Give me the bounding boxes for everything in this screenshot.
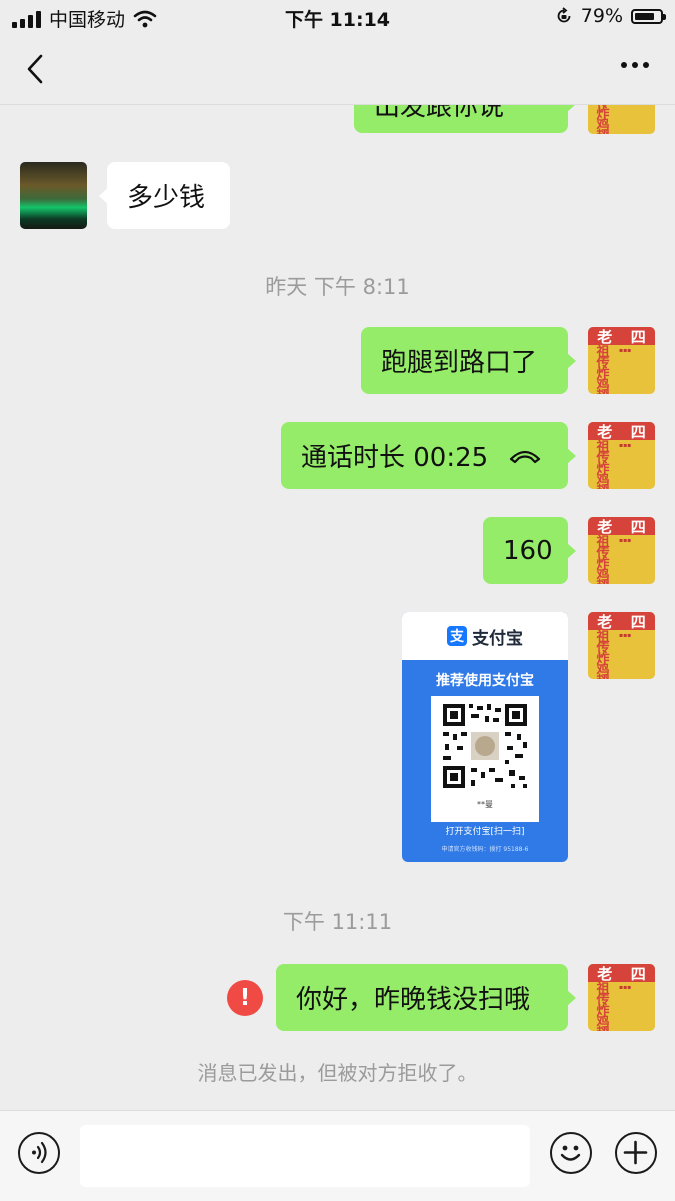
alipay-qr-image[interactable]: 支 支付宝 推荐使用支付宝 **曼 打开支付宝[扫一扫] 申请官方收钱码：拨打 … bbox=[402, 612, 568, 862]
message-text: 通话时长 00:25 bbox=[301, 443, 489, 473]
message-text: 出发跟你说 bbox=[374, 105, 505, 122]
qr-footer: 申请官方收钱码：拨打 95188-6 bbox=[441, 846, 529, 853]
message-bubble-incoming[interactable]: 多少钱 bbox=[99, 162, 230, 229]
voice-icon-glyph bbox=[32, 1141, 47, 1164]
avatar[interactable]: 老四 祖传炸鸡翅▪▪▪ bbox=[588, 517, 655, 584]
avatar[interactable]: 老四 祖传炸鸡翅▪▪▪ bbox=[588, 105, 655, 134]
message-bubble-outgoing[interactable]: 跑腿到路口了 bbox=[361, 327, 576, 394]
message-input[interactable] bbox=[80, 1125, 530, 1187]
rejected-notice: 消息已发出，但被对方拒收了。 bbox=[197, 1061, 478, 1085]
qr-scan-hint: 打开支付宝[扫一扫] bbox=[445, 827, 525, 837]
qr-brand: 支付宝 bbox=[472, 628, 523, 649]
qr-code-icon bbox=[443, 704, 527, 788]
timestamp: 昨天 下午 8:11 bbox=[265, 275, 410, 299]
avatar[interactable]: 老四 祖传炸鸡翅▪▪▪ bbox=[588, 327, 655, 394]
qr-title: 推荐使用支付宝 bbox=[436, 673, 534, 689]
call-record-bubble[interactable]: 通话时长 00:25 bbox=[281, 422, 576, 489]
plus-icon[interactable] bbox=[615, 1132, 657, 1174]
avatar[interactable]: 老四 祖传炸鸡翅▪▪▪ bbox=[588, 422, 655, 489]
alipay-logo-icon: 支 bbox=[447, 626, 467, 646]
status-bar: 中国移动 下午 11:14 79% bbox=[0, 0, 675, 34]
message-bubble-partial[interactable]: 出发跟你说 bbox=[354, 105, 576, 133]
voice-icon[interactable] bbox=[18, 1132, 60, 1174]
qr-payee-name: **曼 bbox=[477, 800, 493, 809]
emoji-icon-glyph bbox=[560, 1145, 581, 1161]
message-bubble-outgoing[interactable]: 160 bbox=[483, 517, 576, 584]
status-right: 79% bbox=[555, 5, 666, 27]
more-dots-icon[interactable] bbox=[621, 62, 649, 68]
qr-code: **曼 bbox=[431, 696, 539, 822]
timestamp: 下午 11:11 bbox=[282, 910, 393, 934]
chevron-left-icon[interactable] bbox=[20, 52, 54, 86]
phone-hangup-icon bbox=[510, 450, 541, 463]
plus-icon-glyph bbox=[623, 1140, 648, 1165]
qr-card-header: 支 支付宝 bbox=[402, 612, 568, 660]
emoji-icon[interactable] bbox=[550, 1132, 592, 1174]
message-text: 你好，昨晚钱没扫哦 bbox=[296, 985, 531, 1015]
message-text: 160 bbox=[503, 535, 553, 566]
rotation-lock-icon bbox=[557, 7, 571, 23]
contact-avatar[interactable] bbox=[20, 162, 87, 229]
message-text: 跑腿到路口了 bbox=[381, 348, 538, 378]
chat-header bbox=[0, 34, 675, 105]
message-bubble-outgoing[interactable]: 你好，昨晚钱没扫哦 bbox=[276, 964, 576, 1031]
battery-percent: 79% bbox=[580, 5, 623, 27]
battery-icon bbox=[631, 8, 666, 24]
send-failed-icon[interactable]: ! bbox=[227, 980, 263, 1016]
message-text: 多少钱 bbox=[127, 183, 206, 213]
avatar[interactable]: 老四 祖传炸鸡翅▪▪▪ bbox=[588, 964, 655, 1031]
input-bar bbox=[0, 1110, 675, 1201]
avatar[interactable]: 老四 祖传炸鸡翅▪▪▪ bbox=[588, 612, 655, 679]
message-list[interactable]: 出发跟你说 老四 祖传炸鸡翅▪▪▪ 多少钱 昨天 下午 8:11 跑腿到路口了 … bbox=[0, 105, 675, 1110]
